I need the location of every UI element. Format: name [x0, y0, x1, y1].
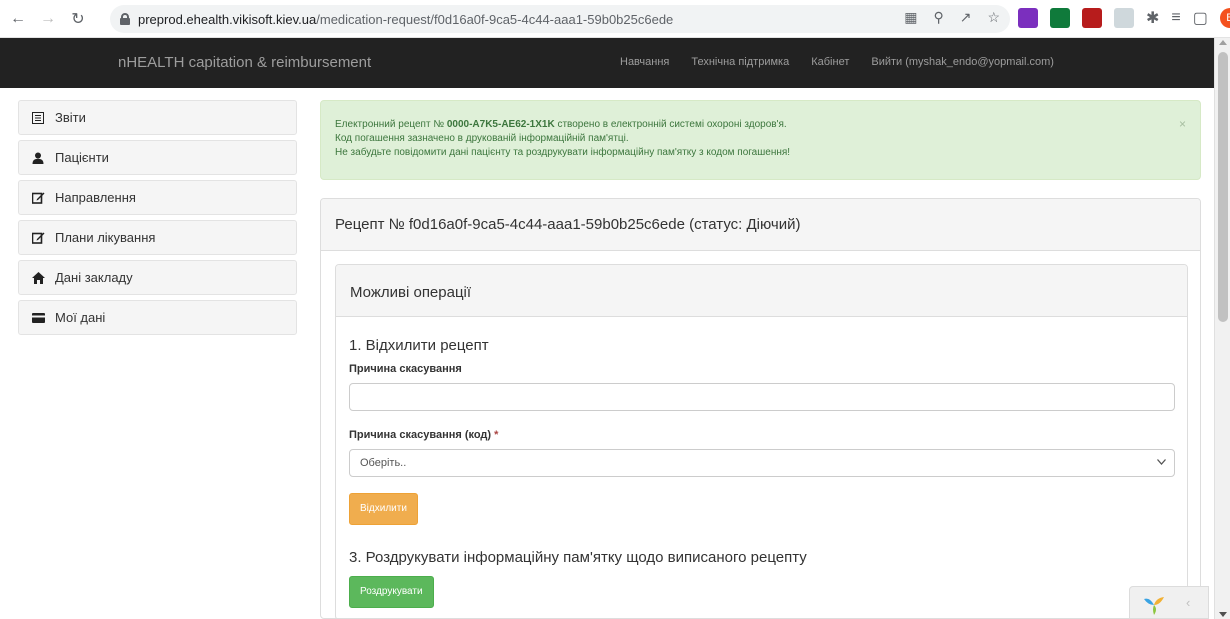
operations-panel: Можливі операції 1. Відхилити рецепт При… [335, 264, 1188, 618]
reason-code-label: Причина скасування (код) * [349, 429, 1174, 441]
sidebar-item-patients[interactable]: Пацієнти [18, 140, 297, 175]
sidebar-item-referrals[interactable]: Направлення [18, 180, 297, 215]
alert-line-2: Код погашення зазначено в друкованій інф… [335, 133, 629, 144]
alert-text: Електронний рецепт № [335, 119, 447, 130]
extension-4-icon[interactable] [1114, 8, 1134, 28]
address-bar[interactable]: preprod.ehealth.vikisoft.kiev.ua/medicat… [110, 5, 1010, 33]
browser-toolbar: ← → ↻ preprod.ehealth.vikisoft.kiev.ua/m… [0, 0, 1230, 38]
nav-link-logout[interactable]: Вийти (myshak_endo@yopmail.com) [871, 56, 1054, 68]
prescription-panel: Рецепт № f0d16a0f-9ca5-4c44-aaa1-59b0b25… [320, 198, 1201, 619]
sidebar-item-label: Направлення [55, 190, 136, 205]
side-panel-icon[interactable]: ▢ [1193, 8, 1208, 28]
profile-avatar[interactable]: B [1219, 8, 1230, 28]
select-value: Оберіть.. [360, 457, 407, 469]
sidebar-item-facility[interactable]: Дані закладу [18, 260, 297, 295]
sidebar-item-treatment-plans[interactable]: Плани лікування [18, 220, 297, 255]
reason-code-label-text: Причина скасування (код) [349, 429, 492, 441]
back-icon[interactable]: ← [6, 7, 30, 31]
sidebar-item-label: Дані закладу [55, 270, 133, 285]
close-icon[interactable]: × [1179, 117, 1186, 131]
page-scrollbar[interactable] [1214, 38, 1230, 619]
lock-icon [120, 13, 130, 25]
operations-title: Можливі операції [336, 265, 1187, 317]
sidebar-item-my-data[interactable]: Мої дані [18, 300, 297, 335]
alert-line-1: Електронний рецепт № 0000-A7K5-AE62-1X1K… [335, 118, 1186, 132]
chevron-down-icon [1157, 457, 1166, 468]
print-section-title: 3. Роздрукувати інформаційну пам'ятку що… [349, 549, 807, 566]
top-navbar: nHEALTH capitation & reimbursement Навча… [0, 38, 1214, 88]
reject-button[interactable]: Відхилити [349, 493, 418, 525]
edit-icon [31, 231, 45, 245]
scroll-up-icon[interactable] [1219, 40, 1227, 45]
share-icon[interactable]: ↗ [960, 9, 972, 26]
user-icon [31, 151, 45, 165]
card-icon [31, 311, 45, 325]
widget-logo-icon [1144, 597, 1164, 615]
bookmark-star-icon[interactable]: ☆ [987, 9, 1000, 26]
panel-title: Рецепт № f0d16a0f-9ca5-4c44-aaa1-59b0b25… [321, 199, 1200, 251]
report-icon [31, 111, 45, 125]
brand-title[interactable]: nHEALTH capitation & reimbursement [118, 54, 371, 71]
sidebar-item-reports[interactable]: Звіти [18, 100, 297, 135]
sidebar-item-label: Звіти [55, 110, 86, 125]
prescription-code: 0000-A7K5-AE62-1X1K [446, 119, 555, 130]
nav-link-cabinet[interactable]: Кабінет [811, 56, 849, 68]
extension-2-icon[interactable] [1050, 8, 1070, 28]
sidebar-item-label: Пацієнти [55, 150, 109, 165]
reason-code-select[interactable]: Оберіть.. [349, 449, 1175, 477]
nav-link-support[interactable]: Технічна підтримка [691, 56, 789, 68]
print-button[interactable]: Роздрукувати [349, 576, 434, 608]
edit-icon [31, 191, 45, 205]
sidebar: Звіти Пацієнти Направлення Плани лікуван… [18, 100, 297, 340]
scroll-down-icon[interactable] [1219, 612, 1227, 617]
alert-line-3: Не забудьте повідомити дані пацієнту та … [335, 147, 791, 158]
home-icon [31, 271, 45, 285]
chevron-left-icon[interactable]: ‹ [1186, 595, 1190, 610]
alert-text: створено в електронній системі охороні з… [554, 119, 787, 130]
url-domain: preprod.ehealth.vikisoft.kiev.ua [138, 11, 317, 27]
translate-icon[interactable]: ▦ [904, 9, 917, 26]
reject-section-title: 1. Відхилити рецепт [349, 337, 489, 354]
extensions-puzzle-icon[interactable]: ✱ [1146, 8, 1159, 28]
sidebar-item-label: Плани лікування [55, 230, 156, 245]
sidebar-item-label: Мої дані [55, 310, 106, 325]
forward-icon[interactable]: → [36, 7, 60, 31]
reading-list-icon[interactable]: ≡ [1171, 9, 1180, 27]
reason-input[interactable] [349, 383, 1175, 411]
floating-widget[interactable]: ‹ [1129, 586, 1209, 619]
nav-link-training[interactable]: Навчання [620, 56, 669, 68]
extension-1-icon[interactable] [1018, 8, 1038, 28]
reload-icon[interactable]: ↻ [66, 7, 90, 31]
success-alert: Електронний рецепт № 0000-A7K5-AE62-1X1K… [320, 100, 1201, 180]
zoom-icon[interactable]: ⚲ [933, 9, 943, 26]
url-path: /medication-request/f0d16a0f-9ca5-4c44-a… [316, 11, 674, 27]
reason-label: Причина скасування [349, 363, 462, 375]
extension-3-icon[interactable] [1082, 8, 1102, 28]
url-text: preprod.ehealth.vikisoft.kiev.ua/medicat… [138, 12, 673, 27]
scroll-thumb[interactable] [1218, 52, 1228, 322]
required-mark: * [494, 429, 499, 441]
